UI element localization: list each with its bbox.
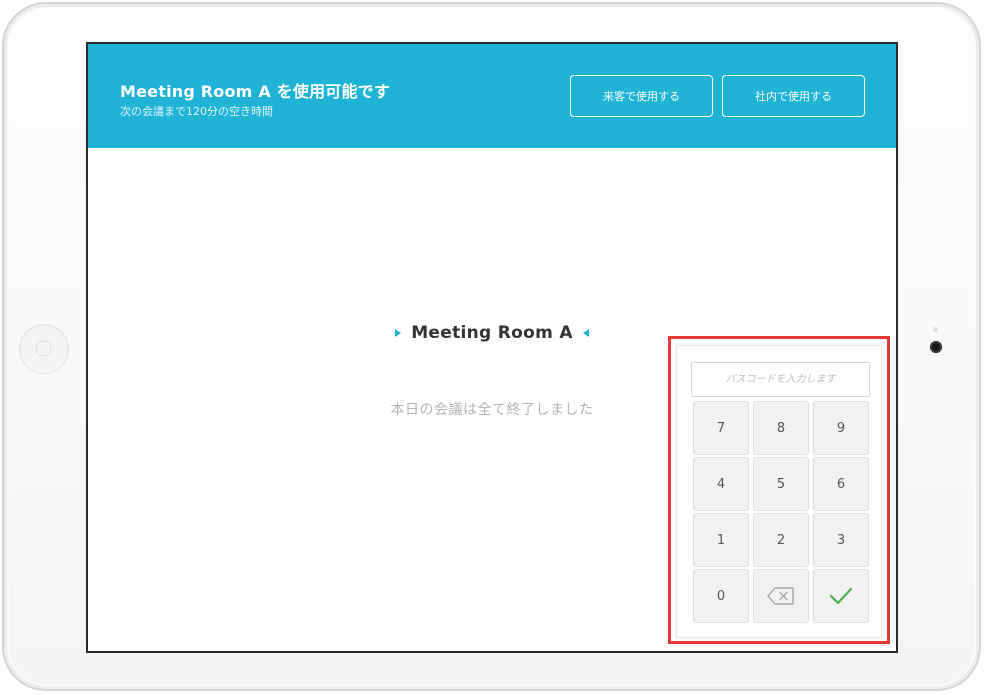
- camera-icon: [930, 341, 942, 353]
- key-7[interactable]: 7: [693, 401, 749, 455]
- checkmark-icon: [829, 587, 853, 605]
- use-for-guest-button[interactable]: 来客で使用する: [570, 75, 713, 117]
- triangle-left-icon: [582, 329, 589, 337]
- key-0[interactable]: 0: [693, 569, 749, 623]
- header-title: Meeting Room A を使用可能です: [120, 82, 391, 101]
- key-5[interactable]: 5: [753, 457, 809, 511]
- light-sensor: [933, 327, 938, 332]
- header-subtitle: 次の会議まで120分の空き時間: [120, 105, 273, 118]
- backspace-icon: [767, 587, 794, 605]
- backspace-key[interactable]: [753, 569, 809, 623]
- key-9[interactable]: 9: [813, 401, 869, 455]
- key-6[interactable]: 6: [813, 457, 869, 511]
- passcode-keypad: 7 8 9 4 5 6 1 2 3 0: [676, 345, 882, 638]
- keypad-grid: 7 8 9 4 5 6 1 2 3 0: [693, 401, 870, 623]
- header-bar: Meeting Room A を使用可能です 次の会議まで120分の空き時間 来…: [88, 44, 896, 148]
- triangle-right-icon: [395, 329, 402, 337]
- confirm-key[interactable]: [813, 569, 869, 623]
- passcode-input[interactable]: [691, 362, 870, 397]
- room-name: Meeting Room A: [411, 323, 573, 343]
- key-1[interactable]: 1: [693, 513, 749, 567]
- home-button-icon: [36, 341, 51, 356]
- key-2[interactable]: 2: [753, 513, 809, 567]
- use-internally-button[interactable]: 社内で使用する: [722, 75, 865, 117]
- key-4[interactable]: 4: [693, 457, 749, 511]
- key-3[interactable]: 3: [813, 513, 869, 567]
- home-button[interactable]: [19, 324, 69, 374]
- key-8[interactable]: 8: [753, 401, 809, 455]
